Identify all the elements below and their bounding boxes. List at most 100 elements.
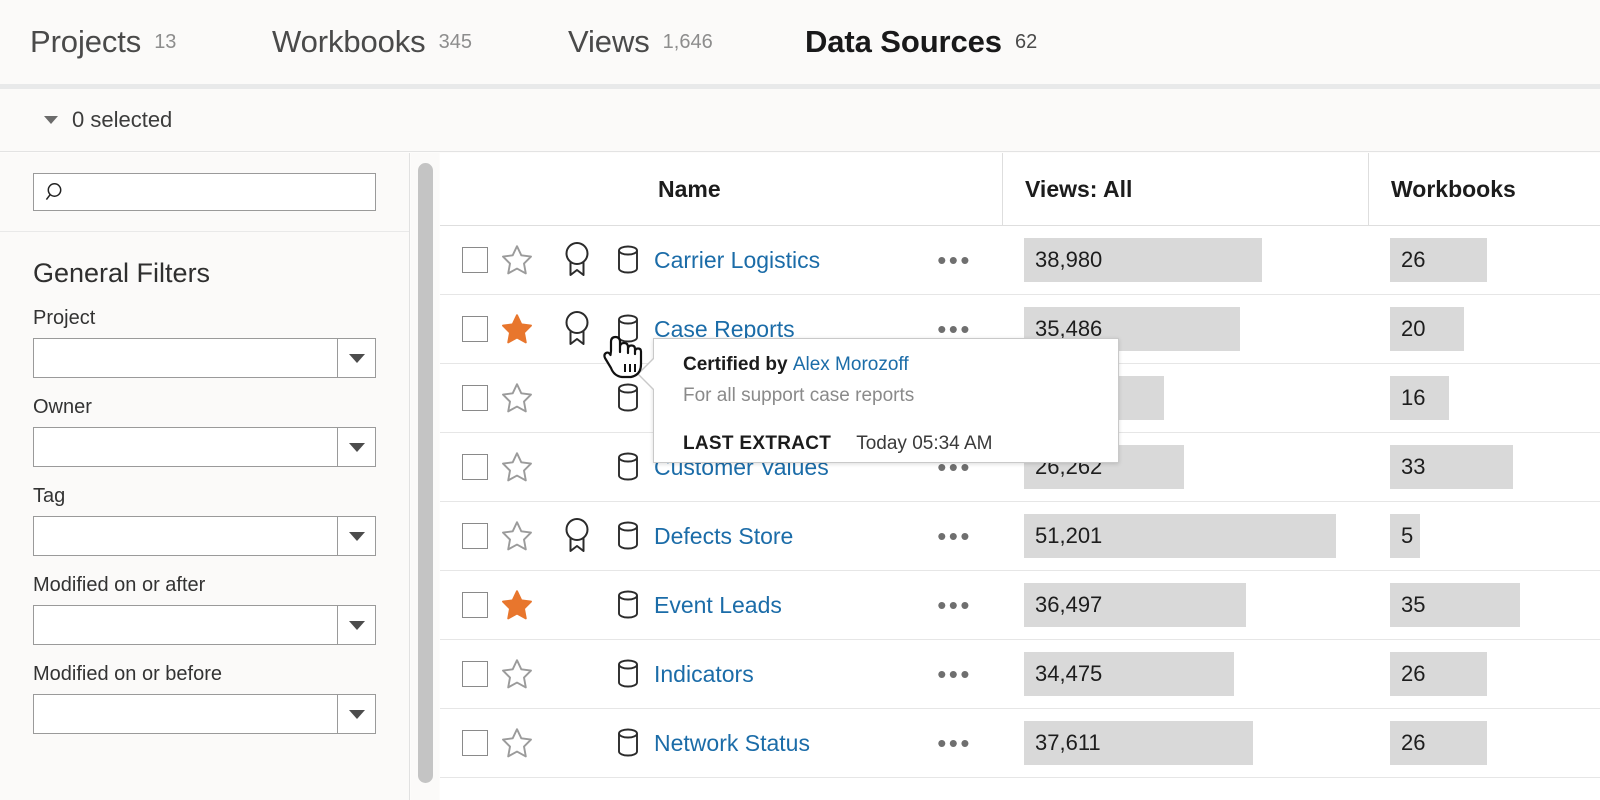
filter-label-project: Project [33,307,409,330]
table-row[interactable]: Carrier Logistics•••38,98026 [440,226,1600,295]
database-cylinder-icon [608,313,648,345]
filter-select-project[interactable] [33,338,376,378]
certified-badge-icon[interactable] [546,516,608,556]
data-source-link[interactable]: Indicators [654,661,754,688]
star-icon[interactable] [488,588,546,622]
filters-sidebar: General Filters Project Owner Tag Modifi… [0,153,410,800]
cell-views: 34,475 [1002,652,1368,696]
tooltip-last-extract-label: LAST EXTRACT [683,433,831,455]
search-box[interactable] [33,173,376,211]
tab-projects[interactable]: Projects13 [30,0,176,84]
checkbox-icon[interactable] [462,385,488,411]
cell-name: Carrier Logistics ••• [440,240,1002,280]
ellipsis-menu-icon[interactable]: ••• [937,669,972,679]
table-body: Carrier Logistics•••38,98026Case Reports… [440,226,1600,778]
certified-badge-icon[interactable] [546,309,608,349]
tab-count: 62 [1015,31,1037,54]
data-source-link[interactable]: Event Leads [654,592,782,619]
star-icon[interactable] [488,312,546,346]
chevron-down-icon[interactable] [337,517,375,555]
chevron-down-icon[interactable] [337,606,375,644]
content-scrollbar-thumb[interactable] [418,163,433,783]
star-icon[interactable] [488,243,546,277]
table-row[interactable]: Network Status•••37,61126 [440,709,1600,778]
tab-label: Views [568,24,650,60]
data-source-link[interactable]: Network Status [654,730,810,757]
database-cylinder-icon [608,520,648,552]
ellipsis-menu-icon[interactable]: ••• [937,600,972,610]
star-icon[interactable] [488,381,546,415]
filter-label-tag: Tag [33,485,409,508]
checkbox-icon[interactable] [462,247,488,273]
tab-views[interactable]: Views1,646 [568,0,713,84]
workbooks-bar: 5 [1390,514,1420,558]
star-icon[interactable] [488,519,546,553]
filter-value-project [34,339,337,377]
column-header-views[interactable]: Views: All [1002,153,1368,225]
cell-views: 51,201 [1002,514,1368,558]
cell-name: Event Leads ••• [440,588,1002,622]
cell-name: Network Status ••• [440,726,1002,760]
tab-count: 13 [154,31,176,54]
database-cylinder-icon [608,589,648,621]
table-header-row: Name Views: All Workbooks [440,153,1600,226]
filter-select-modified-after[interactable] [33,605,376,645]
chevron-down-icon[interactable] [337,428,375,466]
cell-workbooks: 16 [1368,376,1600,420]
column-header-name[interactable]: Name [440,153,1002,225]
star-icon[interactable] [488,726,546,760]
search-input[interactable] [73,181,357,203]
filter-group-modified-after: Modified on or after [33,574,409,645]
certification-tooltip: Certified by Alex Morozoff For all suppo… [653,338,1119,463]
column-header-workbooks[interactable]: Workbooks [1368,153,1600,225]
cell-name: Indicators ••• [440,657,1002,691]
workbooks-bar: 20 [1390,307,1464,351]
filter-group-modified-before: Modified on or before [33,663,409,734]
tab-workbooks[interactable]: Workbooks345 [272,0,472,84]
filter-select-tag[interactable] [33,516,376,556]
chevron-down-icon[interactable] [337,339,375,377]
cell-workbooks: 5 [1368,514,1600,558]
checkbox-icon[interactable] [462,592,488,618]
table-row[interactable]: Indicators•••34,47526 [440,640,1600,709]
ellipsis-menu-icon[interactable]: ••• [937,462,972,472]
filter-group-owner: Owner [33,396,409,467]
tab-data-sources[interactable]: Data Sources62 [805,0,1037,84]
filter-value-modified-after [34,606,337,644]
ellipsis-menu-icon[interactable]: ••• [937,324,972,334]
ellipsis-menu-icon[interactable]: ••• [937,255,972,265]
workbooks-bar: 26 [1390,721,1487,765]
table-row[interactable]: Defects Store ••• 51,201 5 [440,502,1600,571]
filter-group-tag: Tag [33,485,409,556]
ellipsis-menu-icon[interactable]: ••• [937,531,972,541]
filter-group-project: Project [33,307,409,378]
database-cylinder-icon [608,658,648,690]
cell-workbooks: 26 [1368,721,1600,765]
tooltip-certifier-link[interactable]: Alex Morozoff [793,354,909,375]
workbooks-bar: 35 [1390,583,1520,627]
ellipsis-menu-icon[interactable]: ••• [937,738,972,748]
star-icon[interactable] [488,450,546,484]
checkbox-icon[interactable] [462,523,488,549]
star-icon[interactable] [488,657,546,691]
tab-count: 345 [439,31,472,54]
workbooks-bar: 16 [1390,376,1449,420]
data-source-link[interactable]: Carrier Logistics [654,247,820,274]
cell-views: 36,497 [1002,583,1368,627]
filter-value-modified-before [34,695,337,733]
filter-label-modified-before: Modified on or before [33,663,409,686]
cell-workbooks: 35 [1368,583,1600,627]
workbooks-bar: 33 [1390,445,1513,489]
chevron-down-icon[interactable] [44,116,58,124]
filter-select-owner[interactable] [33,427,376,467]
data-source-link[interactable]: Defects Store [654,523,793,550]
chevron-down-icon[interactable] [337,695,375,733]
checkbox-icon[interactable] [462,454,488,480]
checkbox-icon[interactable] [462,730,488,756]
table-row[interactable]: Event Leads ••• 36,497 35 [440,571,1600,640]
filter-label-owner: Owner [33,396,409,419]
filter-select-modified-before[interactable] [33,694,376,734]
certified-badge-icon[interactable] [546,240,608,280]
checkbox-icon[interactable] [462,316,488,342]
checkbox-icon[interactable] [462,661,488,687]
